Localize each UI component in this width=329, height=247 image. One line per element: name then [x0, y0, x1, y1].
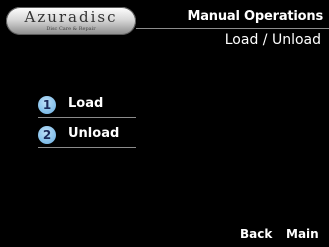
main-button[interactable]: Main: [286, 227, 319, 241]
brand-logo: Azuradisc Disc Care & Repair: [6, 7, 136, 35]
header-divider: [136, 28, 329, 29]
number-1-icon: 1: [38, 96, 56, 114]
menu-item-label: Load: [68, 96, 104, 111]
menu-item-underline: [38, 117, 136, 118]
menu-item-underline: [38, 147, 136, 148]
logo-name: Azuradisc: [24, 8, 118, 26]
menu-item-label: Unload: [68, 126, 120, 141]
page-title: Manual Operations: [187, 9, 323, 24]
logo-tagline: Disc Care & Repair: [46, 26, 96, 32]
number-2-icon: 2: [38, 126, 56, 144]
menu-item-load[interactable]: 1 Load: [38, 92, 136, 118]
menu-item-unload[interactable]: 2 Unload: [38, 122, 136, 148]
screen: Azuradisc Disc Care & Repair Manual Oper…: [0, 0, 329, 247]
page-subtitle: Load / Unload: [224, 32, 321, 48]
back-button[interactable]: Back: [240, 227, 272, 241]
